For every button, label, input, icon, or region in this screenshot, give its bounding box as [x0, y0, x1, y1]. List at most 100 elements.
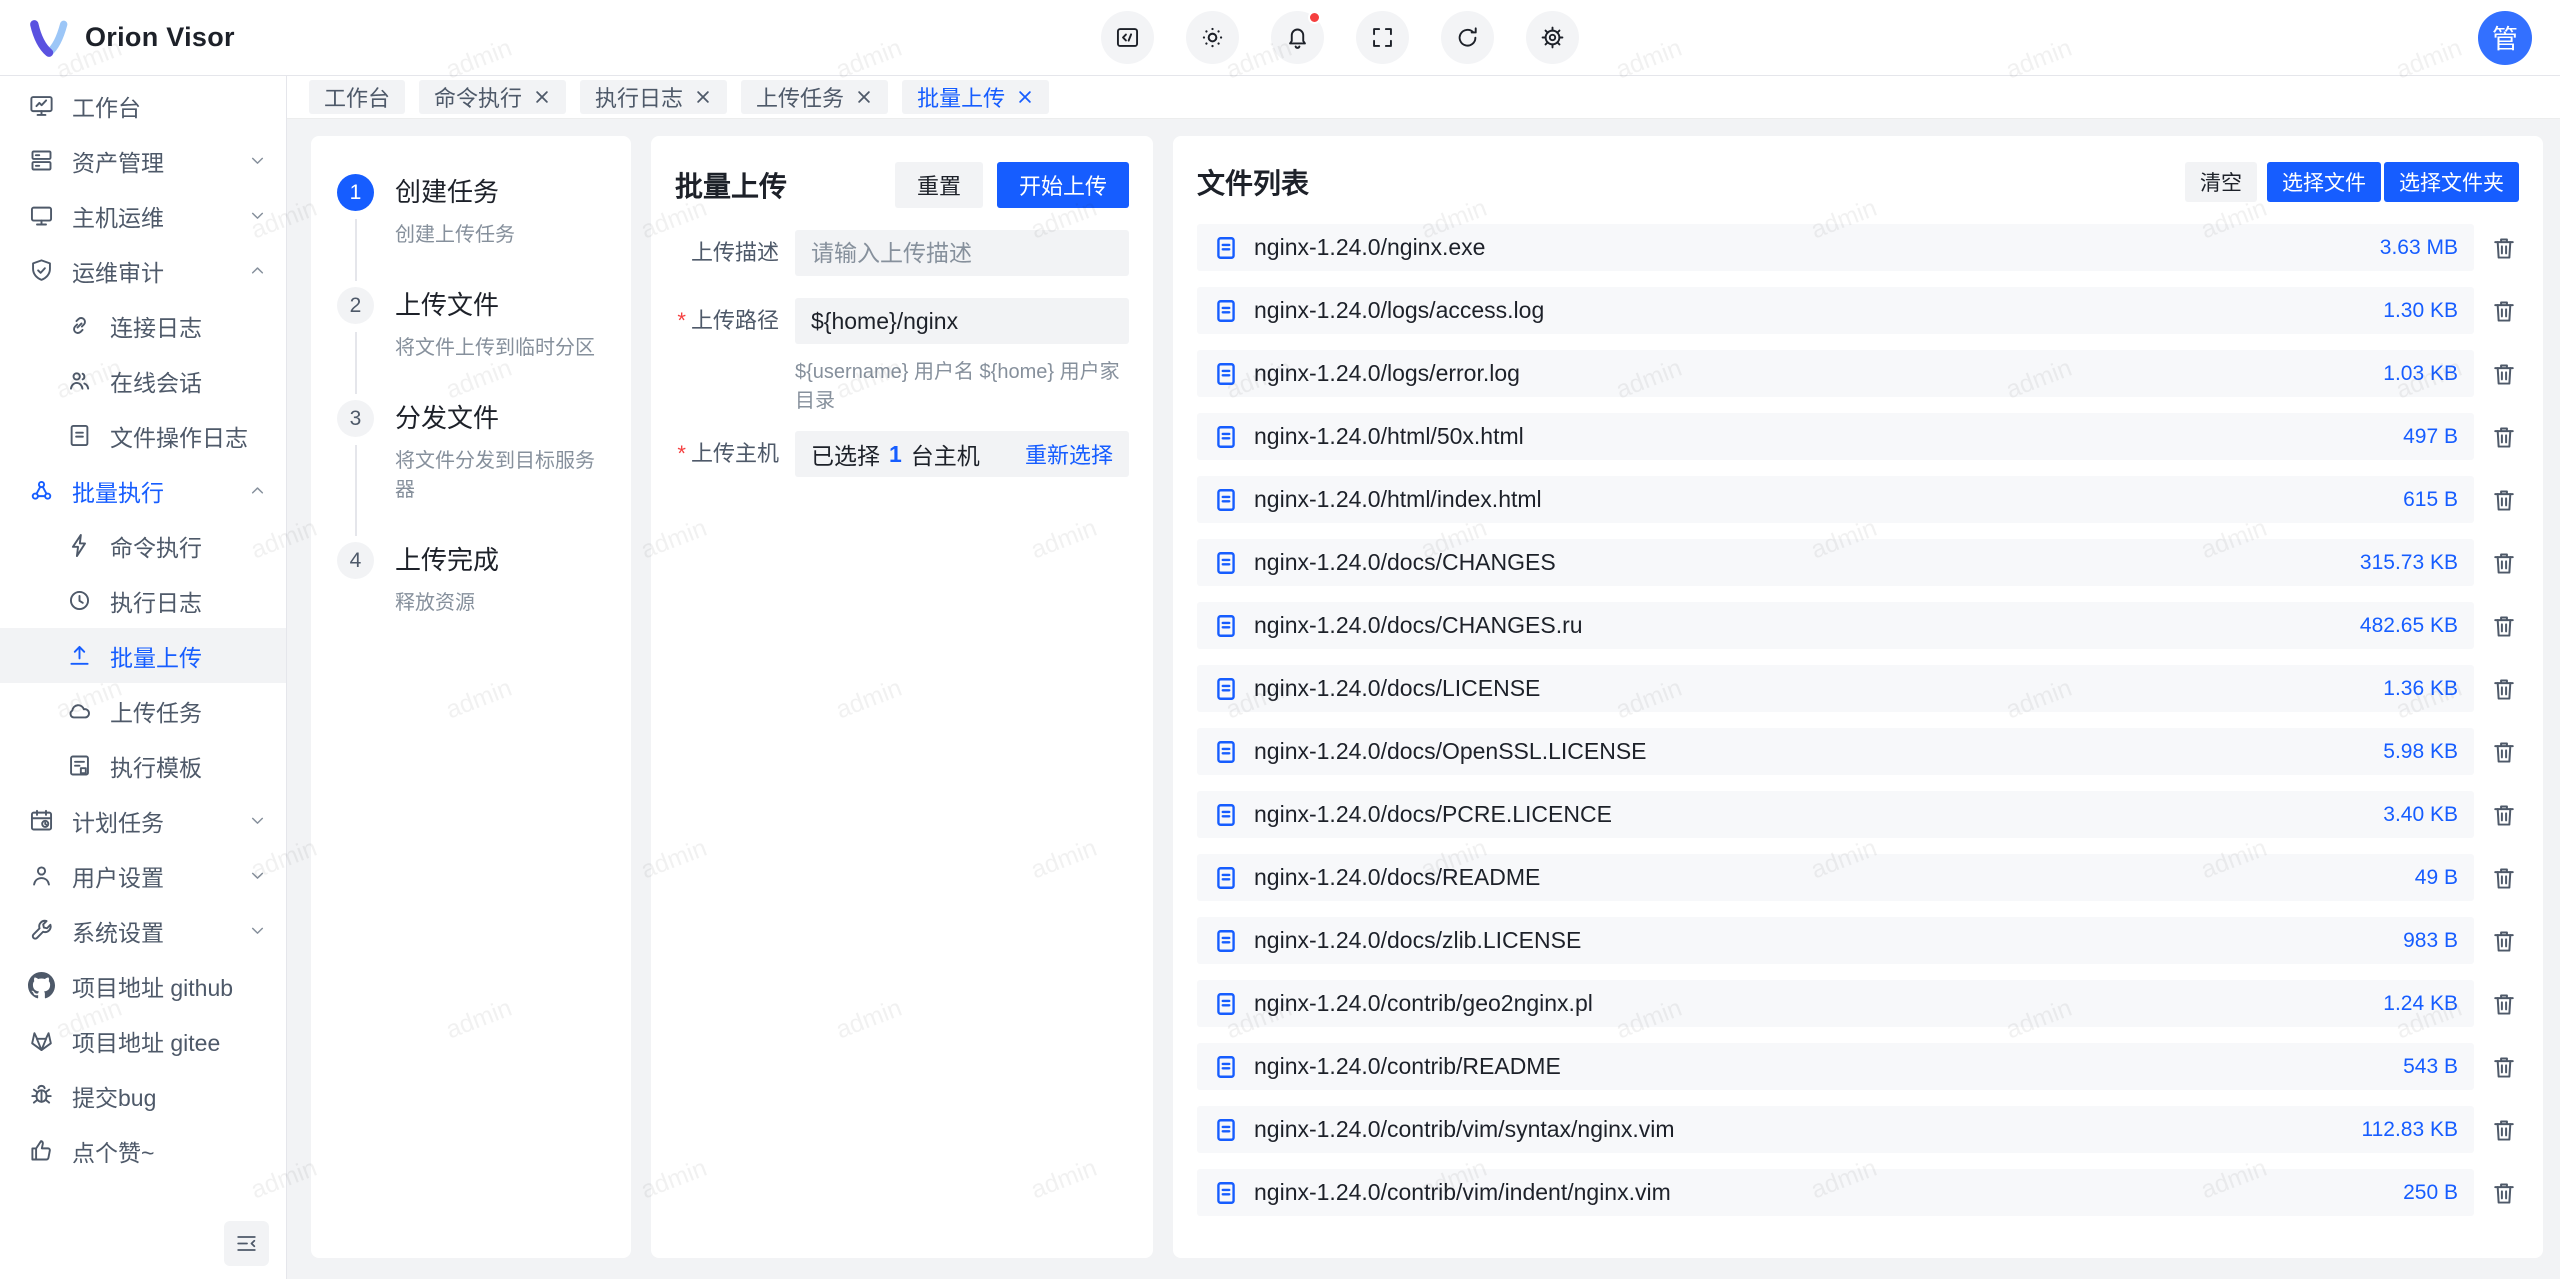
- trash-icon[interactable]: [2489, 864, 2519, 892]
- reset-button[interactable]: 重置: [895, 162, 983, 208]
- file-row: nginx-1.24.0/docs/CHANGES 315.73 KB: [1197, 539, 2519, 586]
- close-icon[interactable]: [855, 88, 873, 106]
- app-header: Orion Visor: [0, 0, 2560, 76]
- file-size: 112.83 KB: [2361, 1118, 2458, 1142]
- users-icon: [66, 367, 93, 394]
- file-row: nginx-1.24.0/logs/error.log 1.03 KB: [1197, 350, 2519, 397]
- sidebar-item[interactable]: 文件操作日志: [0, 408, 286, 463]
- lightning-icon: [66, 532, 93, 559]
- reselect-hosts-link[interactable]: 重新选择: [1025, 438, 1113, 470]
- file-size: 3.63 MB: [2380, 236, 2458, 260]
- close-icon[interactable]: [533, 88, 551, 106]
- trash-icon[interactable]: [2489, 297, 2519, 325]
- sidebar: 工作台 资产管理 主机运维 运维审计 连接日志 在线会话: [0, 76, 287, 1279]
- trash-icon[interactable]: [2489, 612, 2519, 640]
- trash-icon[interactable]: [2489, 675, 2519, 703]
- trash-icon[interactable]: [2489, 990, 2519, 1018]
- file-icon: [1213, 361, 1239, 387]
- trash-icon[interactable]: [2489, 234, 2519, 262]
- tab[interactable]: 批量上传: [902, 80, 1049, 114]
- chevron-down-icon: [247, 920, 268, 941]
- sidebar-item[interactable]: 点个赞~: [0, 1123, 286, 1178]
- sidebar-item[interactable]: 上传任务: [0, 683, 286, 738]
- sidebar-item[interactable]: 用户设置: [0, 848, 286, 903]
- sidebar-item[interactable]: 提交bug: [0, 1068, 286, 1123]
- sidebar-item[interactable]: 项目地址 github: [0, 958, 286, 1013]
- sidebar-item[interactable]: 在线会话: [0, 353, 286, 408]
- step-title: 分发文件: [395, 400, 605, 437]
- trash-icon[interactable]: [2489, 927, 2519, 955]
- trash-icon[interactable]: [2489, 423, 2519, 451]
- notification-badge: [1308, 11, 1321, 24]
- trash-icon[interactable]: [2489, 1053, 2519, 1081]
- trash-icon[interactable]: [2489, 1179, 2519, 1207]
- select-files-button[interactable]: 选择文件: [2267, 162, 2381, 202]
- upload-desc-input[interactable]: [795, 230, 1129, 276]
- bell-icon: [1284, 24, 1311, 51]
- header-action-button[interactable]: [1271, 11, 1324, 64]
- file-icon: [1213, 424, 1239, 450]
- step-title: 上传文件: [395, 287, 605, 324]
- trash-icon[interactable]: [2489, 738, 2519, 766]
- trash-icon[interactable]: [2489, 486, 2519, 514]
- file-size: 49 B: [2415, 866, 2458, 890]
- sidebar-item[interactable]: 资产管理: [0, 133, 286, 188]
- trash-icon[interactable]: [2489, 801, 2519, 829]
- upload-desc-row: 上传描述: [675, 230, 1129, 276]
- brand: Orion Visor: [28, 17, 235, 59]
- selected-hosts-box[interactable]: 已选择 1 台主机 重新选择: [795, 431, 1129, 477]
- file-size: 1.36 KB: [2383, 677, 2458, 701]
- sidebar-item[interactable]: 项目地址 gitee: [0, 1013, 286, 1068]
- sidebar-item[interactable]: 连接日志: [0, 298, 286, 353]
- clear-files-button[interactable]: 清空: [2185, 162, 2257, 202]
- sidebar-item[interactable]: 批量上传: [0, 628, 286, 683]
- start-upload-button[interactable]: 开始上传: [997, 162, 1129, 208]
- header-action-button[interactable]: [1186, 11, 1239, 64]
- step-item: 2 上传文件 将文件上传到临时分区: [337, 287, 605, 400]
- sidebar-item[interactable]: 运维审计: [0, 243, 286, 298]
- tab[interactable]: 执行日志: [580, 80, 727, 114]
- header-action-button[interactable]: [1441, 11, 1494, 64]
- gitee-icon: [28, 1027, 55, 1054]
- step-item: 1 创建任务 创建上传任务: [337, 174, 605, 287]
- header-action-button[interactable]: [1101, 11, 1154, 64]
- chevron-down-icon: [247, 865, 268, 886]
- trash-icon[interactable]: [2489, 549, 2519, 577]
- tab[interactable]: 上传任务: [741, 80, 888, 114]
- trash-icon[interactable]: [2489, 360, 2519, 388]
- sidebar-item[interactable]: 主机运维: [0, 188, 286, 243]
- header-action-button[interactable]: [1526, 11, 1579, 64]
- sidebar-item[interactable]: 命令执行: [0, 518, 286, 573]
- upload-path-input[interactable]: [795, 298, 1129, 344]
- sidebar-item[interactable]: 批量执行: [0, 463, 286, 518]
- close-icon[interactable]: [694, 88, 712, 106]
- sidebar-item[interactable]: 执行模板: [0, 738, 286, 793]
- tab[interactable]: 工作台: [309, 80, 405, 114]
- close-icon[interactable]: [1016, 88, 1034, 106]
- sidebar-collapse-button[interactable]: [224, 1221, 269, 1266]
- user-avatar[interactable]: 管: [2478, 11, 2532, 65]
- file-list-panel: 文件列表 清空 选择文件 选择文件夹 nginx-1.24.0/nginx.ex…: [1173, 136, 2543, 1258]
- file-size: 1.03 KB: [2383, 362, 2458, 386]
- sidebar-item[interactable]: 工作台: [0, 78, 286, 133]
- upload-path-label: 上传路径: [675, 298, 795, 413]
- step-description: 创建上传任务: [395, 218, 605, 247]
- header-action-button[interactable]: [1356, 11, 1409, 64]
- sidebar-item[interactable]: 计划任务: [0, 793, 286, 848]
- template-icon: [66, 752, 93, 779]
- select-folder-button[interactable]: 选择文件夹: [2384, 162, 2519, 202]
- file-name: nginx-1.24.0/html/index.html: [1254, 486, 2383, 513]
- chevron-down-icon: [247, 810, 268, 831]
- file-name: nginx-1.24.0/contrib/geo2nginx.pl: [1254, 990, 2363, 1017]
- file-row: nginx-1.24.0/docs/LICENSE 1.36 KB: [1197, 665, 2519, 712]
- trash-icon[interactable]: [2489, 1116, 2519, 1144]
- sidebar-item[interactable]: 执行日志: [0, 573, 286, 628]
- file-name: nginx-1.24.0/contrib/vim/indent/nginx.vi…: [1254, 1179, 2383, 1206]
- upload-hosts-label: 上传主机: [675, 431, 795, 477]
- file-row: nginx-1.24.0/html/50x.html 497 B: [1197, 413, 2519, 460]
- sidebar-item[interactable]: 系统设置: [0, 903, 286, 958]
- tab[interactable]: 命令执行: [419, 80, 566, 114]
- step-number: 3: [337, 400, 374, 437]
- file-icon: [1213, 1180, 1239, 1206]
- file-icon: [1213, 298, 1239, 324]
